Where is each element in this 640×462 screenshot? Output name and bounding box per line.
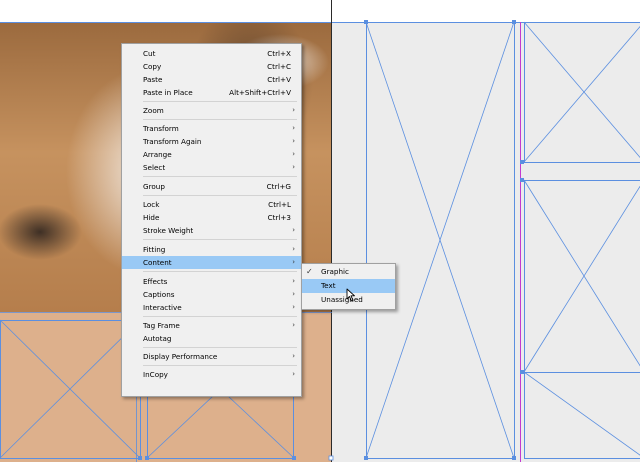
menu-item-label: Paste in Place	[143, 88, 193, 97]
menu-item-label: Captions	[143, 290, 175, 299]
menu-item-paste[interactable]: Paste Ctrl+V	[122, 73, 301, 86]
chevron-right-icon: ›	[292, 290, 295, 298]
menu-item-shortcut: Ctrl+G	[266, 182, 291, 191]
chevron-right-icon: ›	[292, 321, 295, 329]
menu-item-select[interactable]: Select ›	[122, 161, 301, 174]
menu-item-label: Fitting	[143, 245, 166, 254]
chevron-right-icon: ›	[292, 137, 295, 145]
chevron-right-icon: ›	[292, 303, 295, 311]
menu-item-label: Transform Again	[143, 137, 202, 146]
content-submenu: ✓ Graphic Text Unassigned	[301, 263, 396, 310]
menu-item-zoom[interactable]: Zoom ›	[122, 104, 301, 117]
menu-item-stroke-weight[interactable]: Stroke Weight ›	[122, 224, 301, 237]
menu-item-shortcut: Ctrl+X	[267, 49, 291, 58]
menu-item-transform[interactable]: Transform ›	[122, 122, 301, 135]
menu-item-shortcut: Ctrl+C	[267, 62, 291, 71]
menu-separator	[143, 271, 297, 272]
menu-item-label: Lock	[143, 200, 160, 209]
menu-item-content[interactable]: Content ›	[122, 256, 301, 269]
menu-item-captions[interactable]: Captions ›	[122, 288, 301, 301]
menu-item-transform-again[interactable]: Transform Again ›	[122, 135, 301, 148]
menu-item-label: Copy	[143, 62, 162, 71]
menu-item-incopy[interactable]: InCopy ›	[122, 368, 301, 381]
menu-separator	[143, 239, 297, 240]
menu-item-shortcut: Ctrl+3	[267, 213, 291, 222]
menu-item-label: Group	[143, 182, 165, 191]
menu-separator	[143, 101, 297, 102]
menu-separator	[143, 365, 297, 366]
chevron-right-icon: ›	[292, 150, 295, 158]
menu-item-label: Interactive	[143, 303, 182, 312]
chevron-right-icon: ›	[292, 352, 295, 360]
submenu-item-label: Text	[321, 281, 336, 290]
menu-item-paste-in-place[interactable]: Paste in Place Alt+Shift+Ctrl+V	[122, 86, 301, 99]
menu-item-lock[interactable]: Lock Ctrl+L	[122, 198, 301, 211]
chevron-right-icon: ›	[292, 163, 295, 171]
mouse-pointer-icon	[346, 288, 355, 302]
submenu-item-label: Unassigned	[321, 295, 363, 304]
menu-item-label: Autotag	[143, 334, 172, 343]
menu-item-label: Cut	[143, 49, 156, 58]
chevron-right-icon: ›	[292, 245, 295, 253]
menu-separator	[143, 119, 297, 120]
context-menu: Cut Ctrl+X Copy Ctrl+C Paste Ctrl+V Past…	[121, 43, 302, 397]
menu-item-label: Effects	[143, 277, 168, 286]
menu-separator	[143, 195, 297, 196]
menu-item-label: Zoom	[143, 106, 164, 115]
menu-separator	[143, 347, 297, 348]
chevron-right-icon: ›	[292, 106, 295, 114]
frame-guides	[0, 0, 640, 462]
menu-item-label: Tag Frame	[143, 321, 180, 330]
menu-item-copy[interactable]: Copy Ctrl+C	[122, 60, 301, 73]
chevron-right-icon: ›	[292, 370, 295, 378]
menu-item-fitting[interactable]: Fitting ›	[122, 243, 301, 256]
menu-separator	[143, 316, 297, 317]
menu-item-hide[interactable]: Hide Ctrl+3	[122, 211, 301, 224]
menu-item-arrange[interactable]: Arrange ›	[122, 148, 301, 161]
chevron-right-icon: ›	[292, 124, 295, 132]
menu-item-shortcut: Ctrl+L	[268, 200, 291, 209]
submenu-item-label: Graphic	[321, 267, 349, 276]
menu-item-autotag[interactable]: Autotag	[122, 332, 301, 345]
menu-item-shortcut: Alt+Shift+Ctrl+V	[229, 88, 291, 97]
menu-item-cut[interactable]: Cut Ctrl+X	[122, 47, 301, 60]
chevron-right-icon: ›	[292, 277, 295, 285]
menu-item-label: InCopy	[143, 370, 168, 379]
menu-item-label: Display Performance	[143, 352, 218, 361]
menu-item-label: Content	[143, 258, 172, 267]
empty-frame-right-4	[524, 372, 640, 459]
menu-item-group[interactable]: Group Ctrl+G	[122, 180, 301, 193]
checkmark-icon: ✓	[306, 267, 313, 276]
menu-item-interactive[interactable]: Interactive ›	[122, 301, 301, 314]
document-canvas[interactable]: Cut Ctrl+X Copy Ctrl+C Paste Ctrl+V Past…	[0, 0, 640, 462]
menu-item-tag-frame[interactable]: Tag Frame ›	[122, 319, 301, 332]
menu-item-label: Transform	[143, 124, 179, 133]
menu-item-label: Hide	[143, 213, 160, 222]
chevron-right-icon: ›	[292, 226, 295, 234]
menu-item-label: Select	[143, 163, 166, 172]
menu-separator	[143, 176, 297, 177]
chevron-right-icon: ›	[292, 258, 295, 266]
menu-item-label: Arrange	[143, 150, 172, 159]
menu-item-display-performance[interactable]: Display Performance ›	[122, 350, 301, 363]
submenu-item-graphic[interactable]: ✓ Graphic	[302, 265, 395, 279]
menu-item-effects[interactable]: Effects ›	[122, 275, 301, 288]
menu-item-shortcut: Ctrl+V	[267, 75, 291, 84]
menu-item-label: Paste	[143, 75, 163, 84]
menu-item-label: Stroke Weight	[143, 226, 194, 235]
